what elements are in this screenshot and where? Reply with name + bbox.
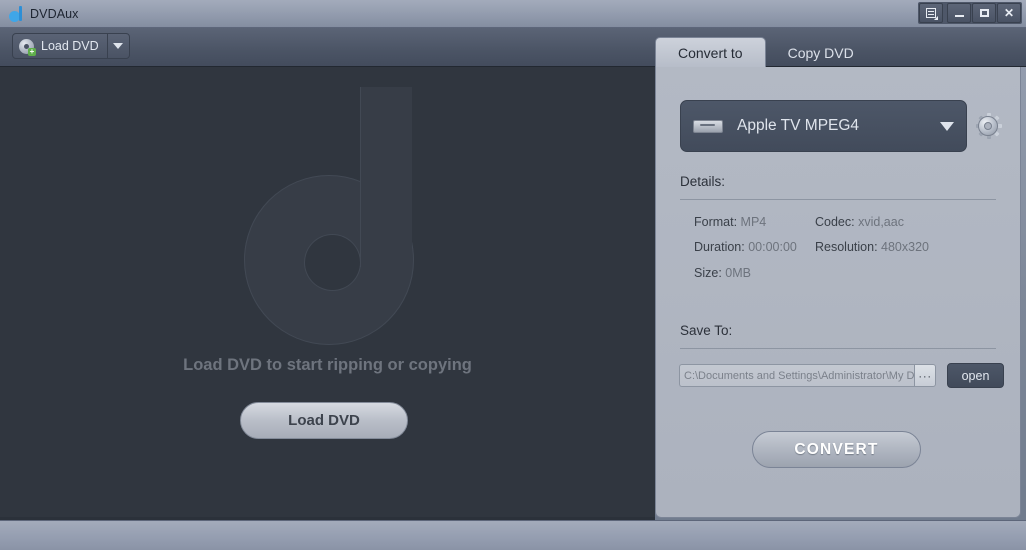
menu-button[interactable] <box>919 3 943 23</box>
apple-tv-device-icon <box>693 117 723 136</box>
menu-icon <box>926 8 938 20</box>
load-dvd-primary-button[interactable]: Load DVD <box>240 402 408 439</box>
device-select[interactable]: Apple TV MPEG4 <box>680 100 967 152</box>
tab-copy-dvd[interactable]: Copy DVD <box>766 37 876 68</box>
detail-resolution-value: 480x320 <box>881 240 929 254</box>
detail-resolution-key: Resolution: <box>815 240 878 254</box>
minimize-button[interactable] <box>947 3 971 23</box>
maximize-button[interactable] <box>972 3 996 23</box>
device-selector-row: Apple TV MPEG4 <box>680 100 1002 152</box>
detail-format-value: MP4 <box>740 215 767 229</box>
save-path-row: C:\Documents and Settings\Administrator\… <box>679 363 1004 388</box>
window-title: DVDAux <box>30 6 79 21</box>
detail-format: Format: MP4 <box>694 215 766 229</box>
application-window: DVDAux ✕ + Load DVD Convert to Copy DVD … <box>0 0 1026 550</box>
window-controls: ✕ <box>918 2 1022 24</box>
save-to-heading: Save To: <box>680 323 733 338</box>
detail-size: Size: 0MB <box>694 266 751 280</box>
detail-resolution: Resolution: 480x320 <box>815 240 929 254</box>
convert-panel: Apple TV MPEG4 Details: Format: MP4 Code… <box>655 67 1021 518</box>
browse-folder-button[interactable]: ··· <box>914 364 936 387</box>
title-bar: DVDAux ✕ <box>0 0 1026 28</box>
status-bar <box>0 520 1026 550</box>
open-folder-button[interactable]: open <box>947 363 1004 388</box>
load-dvd-split-button[interactable]: + Load DVD <box>12 33 130 59</box>
detail-codec-value: xvid,aac <box>858 215 904 229</box>
detail-codec-key: Codec: <box>815 215 855 229</box>
workspace-area: Load DVD to start ripping or copying Loa… <box>0 67 655 517</box>
detail-duration: Duration: 00:00:00 <box>694 240 797 254</box>
dvd-disc-add-icon: + <box>19 38 36 56</box>
workspace-hint-text: Load DVD to start ripping or copying <box>183 356 472 374</box>
gear-icon[interactable] <box>975 113 1002 139</box>
dvdaux-d-watermark <box>222 87 442 345</box>
save-to-divider <box>680 348 996 349</box>
plus-badge-icon: + <box>28 46 36 56</box>
save-path-input[interactable]: C:\Documents and Settings\Administrator\… <box>679 364 914 387</box>
tab-bar: Convert to Copy DVD <box>655 36 1026 68</box>
close-icon: ✕ <box>1003 6 1015 20</box>
detail-duration-key: Duration: <box>694 240 745 254</box>
tab-convert-to[interactable]: Convert to <box>655 37 766 68</box>
detail-codec: Codec: xvid,aac <box>815 215 904 229</box>
maximize-icon <box>979 9 989 17</box>
detail-size-key: Size: <box>694 266 722 280</box>
load-dvd-dropdown-button[interactable] <box>108 34 129 58</box>
load-dvd-label: Load DVD <box>41 39 99 53</box>
detail-size-value: 0MB <box>725 266 751 280</box>
details-divider <box>680 199 996 200</box>
d-logo-icon <box>8 5 24 22</box>
details-heading: Details: <box>680 174 726 189</box>
load-dvd-button[interactable]: + Load DVD <box>13 34 108 58</box>
detail-format-key: Format: <box>694 215 738 229</box>
detail-duration-value: 00:00:00 <box>748 240 797 254</box>
chevron-down-icon <box>940 121 954 131</box>
chevron-down-icon <box>113 43 124 49</box>
convert-button[interactable]: CONVERT <box>752 431 921 468</box>
close-button[interactable]: ✕ <box>997 3 1021 23</box>
minimize-icon <box>954 14 964 17</box>
device-name-label: Apple TV MPEG4 <box>737 117 860 134</box>
